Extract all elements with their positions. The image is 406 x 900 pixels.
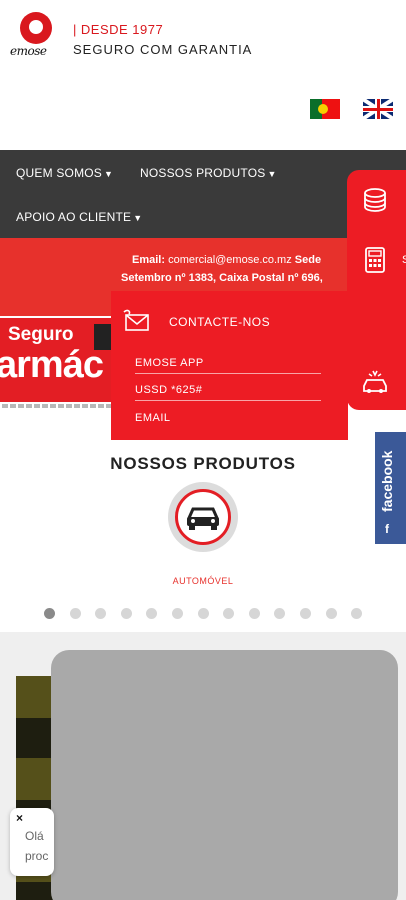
carousel-dot[interactable]: [120, 608, 132, 619]
carousel-dot[interactable]: [197, 608, 209, 619]
popup-link-email[interactable]: EMAIL: [135, 412, 321, 424]
nav-item-quem-somos[interactable]: QUEM SOMOS ▼: [16, 166, 113, 180]
carousel-dot[interactable]: [146, 608, 158, 619]
banner-title: armác: [0, 344, 104, 386]
email-label: Email:: [132, 254, 166, 266]
banner-heading: Seguro: [8, 324, 74, 345]
side-label-partial: S: [402, 254, 406, 266]
nav-item-apoio-ao-cliente[interactable]: APOIO AO CLIENTE ▼: [16, 210, 142, 224]
close-icon[interactable]: ×: [16, 811, 23, 825]
calculator-icon[interactable]: [361, 246, 389, 274]
caret-down-icon: ▼: [267, 169, 277, 179]
banner-fine-print: [2, 404, 112, 408]
popup-link-ussd[interactable]: USSD *625#: [135, 384, 321, 401]
main-nav: QUEM SOMOS ▼ NOSSOS PRODUTOS ▼ APOIO AO CL…: [0, 150, 406, 238]
facebook-tab[interactable]: facebook f: [375, 432, 406, 544]
portuguese-flag-icon[interactable]: [310, 99, 340, 119]
coins-icon[interactable]: [361, 186, 389, 214]
header: emose | DESDE 1977 SEGURO COM GARANTIA: [0, 0, 406, 150]
popup-link-emose-app[interactable]: EMOSE APP: [135, 357, 321, 374]
emose-logo[interactable]: emose: [10, 12, 62, 62]
carousel-dot[interactable]: [95, 608, 107, 619]
car-crash-icon[interactable]: [361, 368, 389, 396]
carousel-dot[interactable]: [69, 608, 81, 619]
popup-title: CONTACTE-NOS: [169, 315, 271, 329]
product-automovel-button[interactable]: [168, 482, 238, 552]
side-quick-menu: S: [347, 170, 406, 410]
carousel-dot[interactable]: [299, 608, 311, 619]
caret-down-icon: ▼: [104, 169, 114, 179]
email-link[interactable]: comercial@emose.co.mz: [168, 254, 292, 266]
chat-message: proc: [25, 849, 49, 863]
nav-item-nossos-produtos[interactable]: NOSSOS PRODUTOS ▼: [140, 166, 277, 180]
carousel-dot[interactable]: [248, 608, 260, 619]
chat-greeting: Olá: [25, 829, 44, 843]
chat-widget[interactable]: × Olá proc: [10, 808, 54, 876]
promo-banner[interactable]: Seguro armác: [0, 316, 112, 414]
contact-popup: CONTACTE-NOS EMOSE APP USSD *625# EMAIL: [111, 291, 348, 440]
products-heading: NOSSOS PRODUTOS: [110, 454, 296, 473]
address-text: Setembro nº 1383, Caixa Postal nº 696,: [121, 272, 323, 284]
caret-down-icon: ▼: [133, 213, 143, 223]
loading-card: [51, 650, 398, 900]
carousel-dot[interactable]: [351, 608, 363, 619]
carousel-dots: [44, 608, 377, 619]
envelope-phone-icon: [123, 309, 153, 335]
logo-text: emose: [10, 44, 47, 58]
car-icon: [187, 507, 219, 530]
carousel-dot[interactable]: [325, 608, 337, 619]
tagline-subtitle: SEGURO COM GARANTIA: [73, 42, 253, 57]
facebook-icon: f: [385, 522, 389, 536]
english-flag-icon[interactable]: [363, 99, 393, 119]
carousel-dot-active[interactable]: [44, 608, 55, 619]
sede-label: Sede: [294, 254, 322, 266]
since-text: DESDE 1977: [80, 22, 164, 37]
product-label[interactable]: AUTOMÓVEL: [0, 576, 406, 586]
carousel-dot[interactable]: [274, 608, 286, 619]
tagline: | DESDE 1977 SEGURO COM GARANTIA: [73, 22, 253, 57]
carousel-dot[interactable]: [171, 608, 183, 619]
carousel-dot[interactable]: [223, 608, 235, 619]
logo-emblem-icon: [20, 12, 52, 44]
